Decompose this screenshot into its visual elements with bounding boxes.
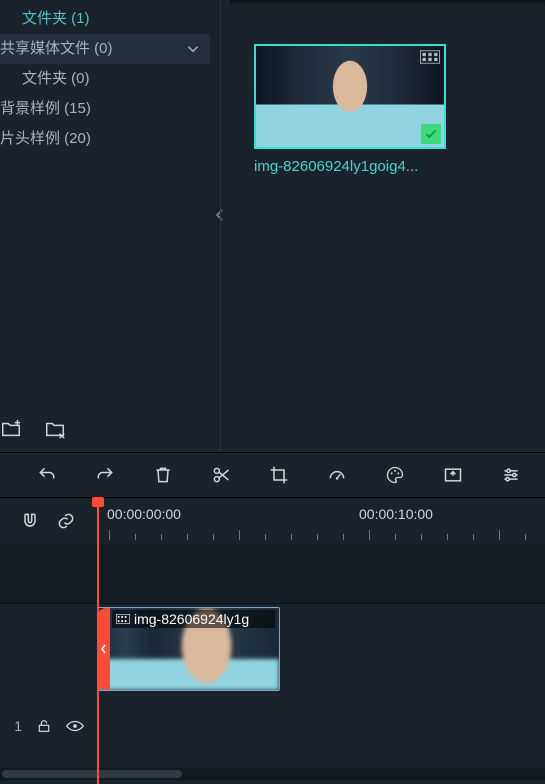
tree-item-shared-media[interactable]: 共享媒体文件 (0) — [0, 34, 210, 64]
redo-button[interactable] — [94, 464, 116, 486]
adjust-button[interactable] — [500, 464, 522, 486]
delete-button[interactable] — [152, 464, 174, 486]
filmstrip-icon — [116, 613, 130, 625]
ruler-label-1: 00:00:10:00 — [359, 506, 433, 522]
horizontal-scrollbar[interactable] — [0, 768, 545, 780]
clip-title: img-82606924ly1g — [112, 610, 275, 628]
playhead[interactable] — [97, 498, 99, 784]
filmstrip-icon — [420, 50, 440, 64]
track-number: 1 — [14, 718, 22, 734]
timeline-ruler[interactable]: 00:00:00:00 00:00:10:00 — [0, 498, 545, 544]
tree-item-label: 共享媒体文件 (0) — [0, 38, 113, 60]
video-track[interactable]: img-82606924ly1g 1 — [0, 604, 545, 694]
video-clip[interactable]: img-82606924ly1g — [97, 607, 280, 691]
color-button[interactable] — [384, 464, 406, 486]
media-item-label: img-82606924ly1goig4... — [254, 149, 449, 175]
panel-top-shadow — [230, 0, 545, 6]
media-thumbnail[interactable] — [254, 44, 446, 149]
clip-left-handle[interactable] — [98, 608, 110, 690]
chevron-down-icon — [184, 40, 202, 58]
speed-button[interactable] — [326, 464, 348, 486]
lock-button[interactable] — [36, 718, 52, 734]
ruler-label-0: 00:00:00:00 — [107, 506, 181, 522]
delete-folder-button[interactable] — [44, 418, 66, 440]
magnet-button[interactable] — [19, 510, 41, 532]
thumbnail-image — [256, 46, 444, 147]
link-button[interactable] — [55, 510, 77, 532]
panel-divider[interactable] — [210, 0, 230, 452]
checkmark-badge — [421, 124, 441, 144]
tree-item-bg-samples[interactable]: 背景样例 (15) — [0, 94, 210, 124]
media-item[interactable]: img-82606924ly1goig4... — [254, 44, 446, 175]
cut-button[interactable] — [210, 464, 232, 486]
scrollbar-thumb[interactable] — [2, 770, 182, 778]
sidebar: 文件夹 (1) 共享媒体文件 (0) 文件夹 (0) 背景样例 (15) 片头样… — [0, 0, 210, 452]
track-head: 1 — [0, 718, 90, 734]
tick-row — [97, 528, 545, 540]
media-panel: img-82606924ly1goig4... — [230, 0, 545, 452]
tree-item-folder-1[interactable]: 文件夹 (1) — [0, 4, 210, 34]
ruler[interactable]: 00:00:00:00 00:00:10:00 — [97, 498, 545, 544]
visibility-button[interactable] — [66, 718, 84, 734]
sidebar-actions — [0, 418, 66, 440]
collapse-left-icon[interactable] — [215, 208, 225, 222]
toolbar — [0, 452, 545, 498]
add-folder-button[interactable] — [0, 418, 22, 440]
timeline-header-left — [0, 510, 96, 532]
clip-label: img-82606924ly1g — [134, 611, 249, 627]
timeline-body: img-82606924ly1g 1 — [0, 544, 545, 780]
track-spacer — [0, 544, 545, 604]
crop-button[interactable] — [268, 464, 290, 486]
export-frame-button[interactable] — [442, 464, 464, 486]
tree-item-subfolder[interactable]: 文件夹 (0) — [0, 64, 210, 94]
undo-button[interactable] — [36, 464, 58, 486]
tree-item-title-samples[interactable]: 片头样例 (20) — [0, 124, 210, 154]
